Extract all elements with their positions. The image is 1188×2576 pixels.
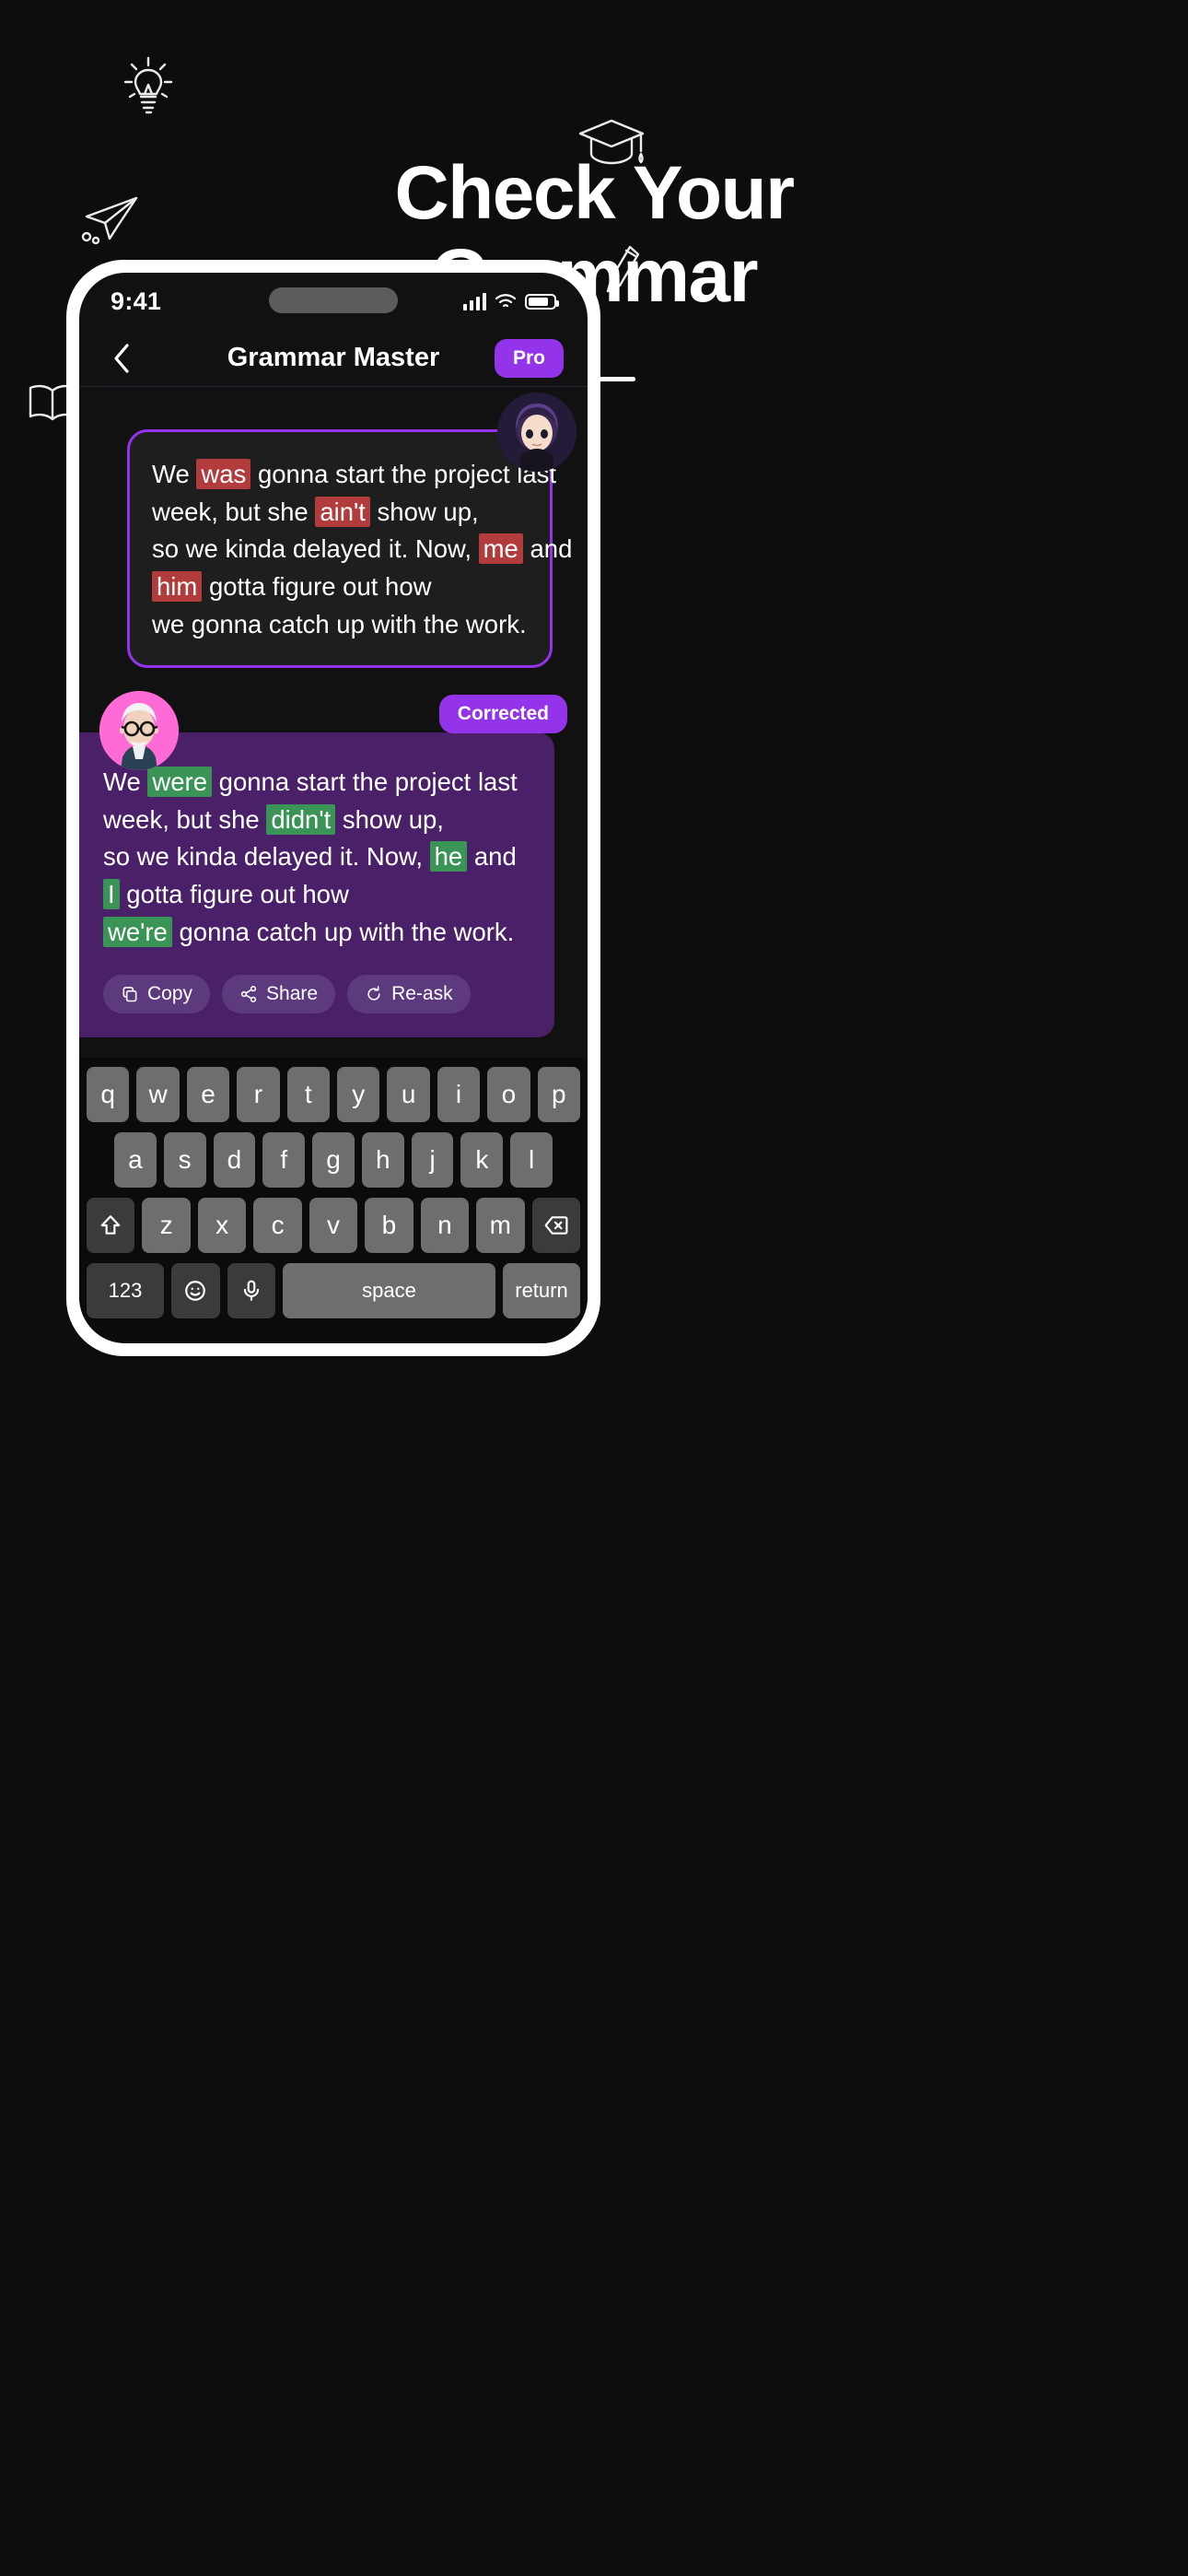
key-q[interactable]: q	[86, 1067, 130, 1122]
message-line: so we kinda delayed it. Now, he and	[103, 841, 517, 872]
keyboard-row-2: asdfghjkl	[87, 1132, 580, 1188]
chevron-left-icon	[114, 343, 129, 373]
key-p[interactable]: p	[537, 1067, 581, 1122]
key-o[interactable]: o	[487, 1067, 530, 1122]
grammar-fix-highlight: we're	[103, 916, 172, 947]
microphone-icon	[243, 1280, 259, 1301]
on-screen-keyboard[interactable]: qwertyuiop asdfghjkl zxcvbnm 123 space r…	[79, 1058, 588, 1343]
key-c[interactable]: c	[253, 1198, 302, 1253]
emoji-icon	[185, 1281, 206, 1301]
shift-key[interactable]	[87, 1198, 135, 1253]
key-n[interactable]: n	[420, 1198, 470, 1253]
key-u[interactable]: u	[387, 1067, 430, 1122]
message-line: I gotta figure out how	[103, 876, 530, 914]
grammar-error-highlight: was	[196, 459, 251, 489]
message-line: week, but she didn't show up,	[103, 803, 444, 835]
message-line: We were gonna start the project last	[103, 767, 518, 797]
avatar-assistant	[99, 691, 179, 770]
key-f[interactable]: f	[262, 1132, 306, 1188]
return-key[interactable]: return	[503, 1263, 580, 1318]
keyboard-row-4: 123 space return	[87, 1263, 580, 1318]
backspace-key[interactable]	[531, 1198, 580, 1253]
phone-screen: 9:41 Grammar Master Pro We was gonna sta…	[79, 273, 588, 1343]
numbers-key[interactable]: 123	[87, 1263, 164, 1318]
keyboard-row-3: zxcvbnm	[87, 1198, 580, 1253]
key-s[interactable]: s	[163, 1132, 206, 1188]
key-g[interactable]: g	[312, 1132, 355, 1188]
microphone-key[interactable]	[227, 1263, 275, 1318]
refresh-icon	[367, 986, 380, 1001]
message-actions: Copy Share Re-ask	[103, 975, 530, 1014]
user-message-text: We was gonna start the project last week,…	[152, 456, 573, 643]
pro-badge-button[interactable]: Pro	[494, 338, 564, 378]
share-label: Share	[266, 983, 319, 1005]
key-h[interactable]: h	[361, 1132, 404, 1188]
assistant-message-text: We were gonna start the project last week…	[103, 764, 530, 951]
status-bar-icons	[463, 292, 559, 310]
message-line: we're gonna catch up with the work.	[103, 914, 530, 952]
copy-icon	[122, 987, 137, 1002]
status-bar: 9:41	[79, 273, 588, 330]
key-k[interactable]: k	[460, 1132, 504, 1188]
share-nodes-icon	[240, 986, 257, 1003]
key-j[interactable]: j	[411, 1132, 454, 1188]
key-w[interactable]: w	[136, 1067, 180, 1122]
grammar-fix-highlight: were	[147, 767, 213, 797]
copy-button[interactable]: Copy	[103, 975, 211, 1014]
grammar-error-highlight: ain't	[315, 496, 370, 527]
share-button[interactable]: Share	[222, 975, 336, 1014]
key-i[interactable]: i	[437, 1067, 481, 1122]
chat-area: We was gonna start the project last week,…	[79, 387, 588, 1058]
space-key[interactable]: space	[283, 1263, 495, 1318]
dynamic-island	[269, 287, 398, 313]
user-message-bubble[interactable]: We was gonna start the project last week,…	[127, 429, 573, 669]
phone-mockup: 9:41 Grammar Master Pro We was gonna sta…	[66, 260, 600, 1356]
re-ask-label: Re-ask	[391, 983, 453, 1005]
message-line: so we kinda delayed it. Now, me and	[152, 533, 573, 565]
key-m[interactable]: m	[476, 1198, 525, 1253]
wifi-icon	[495, 294, 517, 308]
key-d[interactable]: d	[213, 1132, 256, 1188]
battery-icon	[525, 293, 559, 310]
assistant-message-bubble[interactable]: We were gonna start the project last week…	[79, 732, 554, 1038]
key-y[interactable]: y	[337, 1067, 380, 1122]
status-badge-corrected: Corrected	[438, 695, 567, 733]
grammar-error-highlight: me	[478, 533, 523, 565]
key-a[interactable]: a	[113, 1132, 157, 1188]
shift-icon	[100, 1215, 121, 1235]
key-r[interactable]: r	[237, 1067, 280, 1122]
grammar-fix-highlight: he	[429, 841, 468, 872]
back-button[interactable]	[103, 340, 140, 377]
lightbulb-icon	[123, 56, 173, 114]
key-b[interactable]: b	[365, 1198, 413, 1253]
professor-avatar	[99, 691, 179, 770]
re-ask-button[interactable]: Re-ask	[347, 975, 471, 1014]
anime-girl-avatar	[497, 392, 577, 472]
app-nav-bar: Grammar Master Pro	[79, 330, 588, 387]
message-line: week, but she ain't show up,	[152, 496, 479, 527]
keyboard-row-1: qwertyuiop	[86, 1067, 581, 1122]
copy-label: Copy	[147, 983, 193, 1005]
grammar-fix-highlight: I	[103, 879, 120, 910]
key-z[interactable]: z	[142, 1198, 191, 1253]
key-e[interactable]: e	[186, 1067, 230, 1122]
message-line: We was gonna start the project last	[152, 459, 557, 489]
headline-line-1: Check Your	[394, 151, 795, 235]
backspace-icon	[544, 1216, 568, 1235]
key-l[interactable]: l	[510, 1132, 553, 1188]
message-line: we gonna catch up with the work.	[152, 609, 527, 638]
cellular-signal-icon	[463, 292, 486, 310]
grammar-error-highlight: him	[152, 571, 203, 603]
key-v[interactable]: v	[309, 1198, 358, 1253]
emoji-key[interactable]	[171, 1263, 220, 1318]
avatar-user	[497, 392, 577, 472]
grammar-fix-highlight: didn't	[266, 803, 336, 835]
message-line: him gotta figure out how	[152, 568, 528, 606]
key-t[interactable]: t	[286, 1067, 330, 1122]
status-bar-clock: 9:41	[111, 287, 162, 315]
key-x[interactable]: x	[197, 1198, 247, 1253]
